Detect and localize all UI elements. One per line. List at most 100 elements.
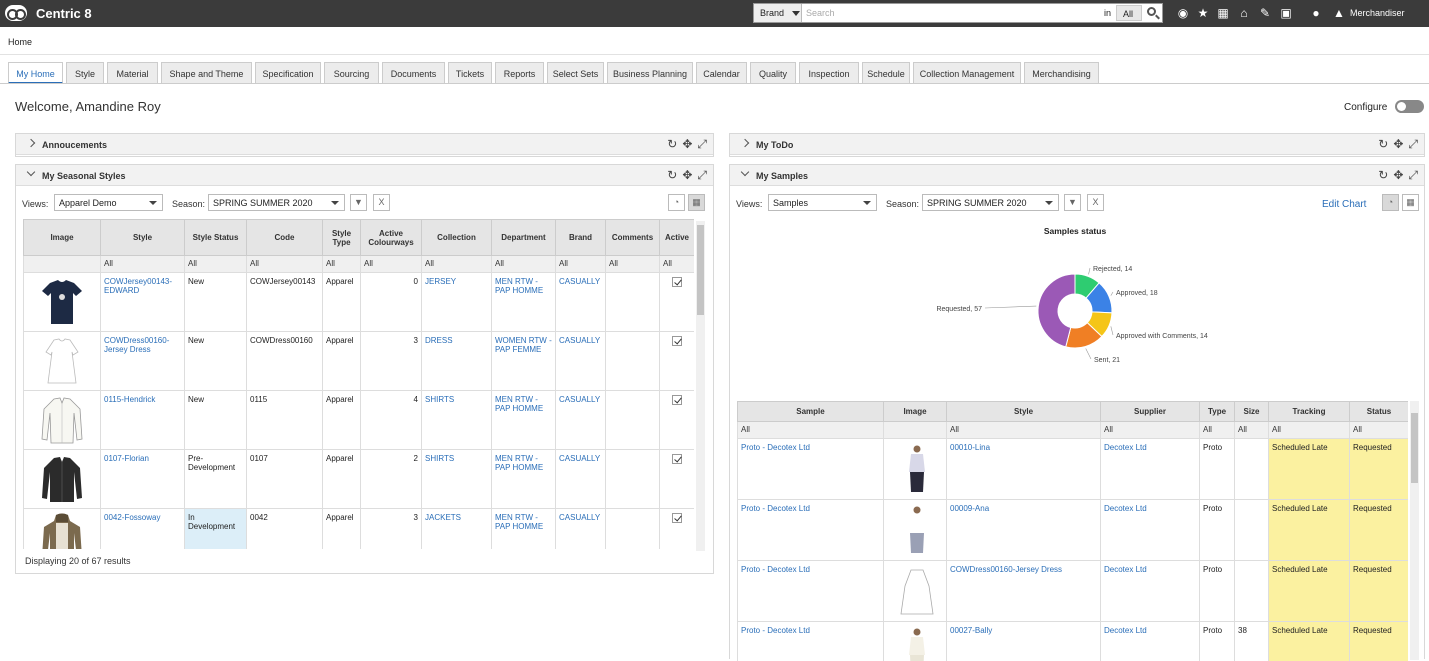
- centric-logo-icon[interactable]: [5, 5, 27, 21]
- globe-icon[interactable]: ◉: [1176, 6, 1190, 20]
- column-filter[interactable]: All: [492, 256, 556, 273]
- active-checkbox[interactable]: [672, 454, 682, 464]
- column-filter[interactable]: All: [1200, 422, 1235, 439]
- tab-select-sets[interactable]: Select Sets: [547, 62, 604, 83]
- column-header[interactable]: Image: [884, 402, 947, 422]
- sample-link[interactable]: Proto - Decotex Ltd: [741, 443, 810, 452]
- column-filter[interactable]: All: [185, 256, 247, 273]
- column-header[interactable]: Active: [660, 220, 695, 256]
- active-checkbox[interactable]: [672, 513, 682, 523]
- chevron-right-icon[interactable]: [27, 139, 35, 147]
- move-icon[interactable]: ✥: [682, 137, 692, 151]
- department-link[interactable]: MEN RTW - PAP HOMME: [495, 513, 543, 531]
- style-link[interactable]: 0115-Hendrick: [104, 395, 155, 404]
- tab-collection-management[interactable]: Collection Management: [913, 62, 1021, 83]
- styles-scrollbar[interactable]: [696, 221, 705, 551]
- active-checkbox[interactable]: [672, 277, 682, 287]
- tab-shape-and-theme[interactable]: Shape and Theme: [161, 62, 252, 83]
- views-select[interactable]: Apparel Demo: [54, 194, 163, 211]
- search-input[interactable]: Search: [806, 8, 835, 18]
- column-header[interactable]: Brand: [556, 220, 606, 256]
- column-filter[interactable]: All: [738, 422, 884, 439]
- grid-view-icon[interactable]: ▦: [688, 194, 705, 211]
- collection-link[interactable]: JACKETS: [425, 513, 461, 522]
- panel-header[interactable]: My Seasonal Styles ↻✥⤢: [16, 165, 713, 186]
- department-link[interactable]: MEN RTW - PAP HOMME: [495, 277, 543, 295]
- tab-calendar[interactable]: Calendar: [696, 62, 747, 83]
- column-filter[interactable]: All: [1101, 422, 1200, 439]
- column-filter[interactable]: All: [556, 256, 606, 273]
- tab-business-planning[interactable]: Business Planning: [607, 62, 693, 83]
- move-icon[interactable]: ✥: [682, 168, 692, 182]
- table-row[interactable]: 0115-HendrickNew0115Apparel4SHIRTSMEN RT…: [24, 391, 695, 450]
- collection-link[interactable]: JERSEY: [425, 277, 456, 286]
- column-filter[interactable]: All: [660, 256, 695, 273]
- column-header[interactable]: Style Status: [185, 220, 247, 256]
- column-header[interactable]: Supplier: [1101, 402, 1200, 422]
- column-header[interactable]: Active Colourways: [361, 220, 422, 256]
- active-checkbox[interactable]: [672, 336, 682, 346]
- edit-chart-link[interactable]: Edit Chart: [1322, 199, 1366, 210]
- home-icon[interactable]: ⌂: [1237, 6, 1251, 20]
- tab-style[interactable]: Style: [66, 62, 104, 83]
- style-link[interactable]: COWDress00160-Jersey Dress: [104, 336, 169, 354]
- samples-scrollbar[interactable]: [1410, 401, 1419, 660]
- chart-view-icon[interactable]: ◔: [1382, 194, 1399, 211]
- tab-inspection[interactable]: Inspection: [799, 62, 859, 83]
- expand-icon[interactable]: ⤢: [1408, 137, 1418, 151]
- wrench-icon[interactable]: ✎: [1258, 6, 1272, 20]
- column-filter[interactable]: [24, 256, 101, 273]
- sample-link[interactable]: Proto - Decotex Ltd: [741, 504, 810, 513]
- style-link[interactable]: 0107-Florian: [104, 454, 149, 463]
- refresh-icon[interactable]: ↻: [667, 168, 677, 182]
- tab-documents[interactable]: Documents: [382, 62, 445, 83]
- tab-my-home[interactable]: My Home: [8, 62, 63, 84]
- brand-link[interactable]: CASUALLY: [559, 395, 600, 404]
- column-filter[interactable]: All: [606, 256, 660, 273]
- table-row[interactable]: Proto - Decotex Ltd00027-BallyDecotex Lt…: [738, 622, 1409, 661]
- move-icon[interactable]: ✥: [1393, 137, 1403, 151]
- supplier-link[interactable]: Decotex Ltd: [1104, 443, 1147, 452]
- department-link[interactable]: MEN RTW - PAP HOMME: [495, 454, 543, 472]
- search-icon[interactable]: [1147, 7, 1156, 16]
- column-filter[interactable]: All: [947, 422, 1101, 439]
- filter-icon[interactable]: ▼: [1064, 194, 1081, 211]
- refresh-icon[interactable]: ↻: [1378, 137, 1388, 151]
- table-row[interactable]: Proto - Decotex Ltd00010-LinaDecotex Ltd…: [738, 439, 1409, 500]
- department-link[interactable]: MEN RTW - PAP HOMME: [495, 395, 543, 413]
- brand-link[interactable]: CASUALLY: [559, 454, 600, 463]
- supplier-link[interactable]: Decotex Ltd: [1104, 565, 1147, 574]
- column-filter[interactable]: All: [323, 256, 361, 273]
- supplier-link[interactable]: Decotex Ltd: [1104, 504, 1147, 513]
- panel-header[interactable]: My ToDo ↻✥⤢: [730, 134, 1424, 155]
- move-icon[interactable]: ✥: [1393, 168, 1403, 182]
- lock-icon[interactable]: ▲: [1332, 6, 1346, 20]
- table-row[interactable]: COWJersey00143-EDWARDNewCOWJersey00143Ap…: [24, 273, 695, 332]
- expand-icon[interactable]: ⤢: [1408, 168, 1418, 182]
- calendar-icon[interactable]: ▦: [1216, 6, 1230, 20]
- search-scope-select[interactable]: Brand: [754, 4, 802, 22]
- column-filter[interactable]: [884, 422, 947, 439]
- season-select[interactable]: SPRING SUMMER 2020: [208, 194, 345, 211]
- column-filter[interactable]: All: [361, 256, 422, 273]
- star-icon[interactable]: ★: [1196, 6, 1210, 20]
- table-row[interactable]: 0107-FlorianPre-Development0107Apparel2S…: [24, 450, 695, 509]
- refresh-icon[interactable]: ↻: [1378, 168, 1388, 182]
- refresh-icon[interactable]: ↻: [667, 137, 677, 151]
- collection-link[interactable]: SHIRTS: [425, 395, 454, 404]
- brand-link[interactable]: CASUALLY: [559, 513, 600, 522]
- sample-link[interactable]: Proto - Decotex Ltd: [741, 565, 810, 574]
- column-filter[interactable]: All: [1235, 422, 1269, 439]
- column-header[interactable]: Style: [101, 220, 185, 256]
- column-header[interactable]: Size: [1235, 402, 1269, 422]
- brand-link[interactable]: CASUALLY: [559, 336, 600, 345]
- table-row[interactable]: Proto - Decotex Ltd00009-AnaDecotex LtdP…: [738, 500, 1409, 561]
- active-checkbox[interactable]: [672, 395, 682, 405]
- column-header[interactable]: Tracking: [1269, 402, 1350, 422]
- style-link[interactable]: 00009-Ana: [950, 504, 989, 513]
- chevron-right-icon[interactable]: [741, 139, 749, 147]
- collection-link[interactable]: SHIRTS: [425, 454, 454, 463]
- department-link[interactable]: WOMEN RTW - PAP FEMME: [495, 336, 552, 354]
- chevron-down-icon[interactable]: [741, 168, 749, 176]
- column-filter[interactable]: All: [101, 256, 185, 273]
